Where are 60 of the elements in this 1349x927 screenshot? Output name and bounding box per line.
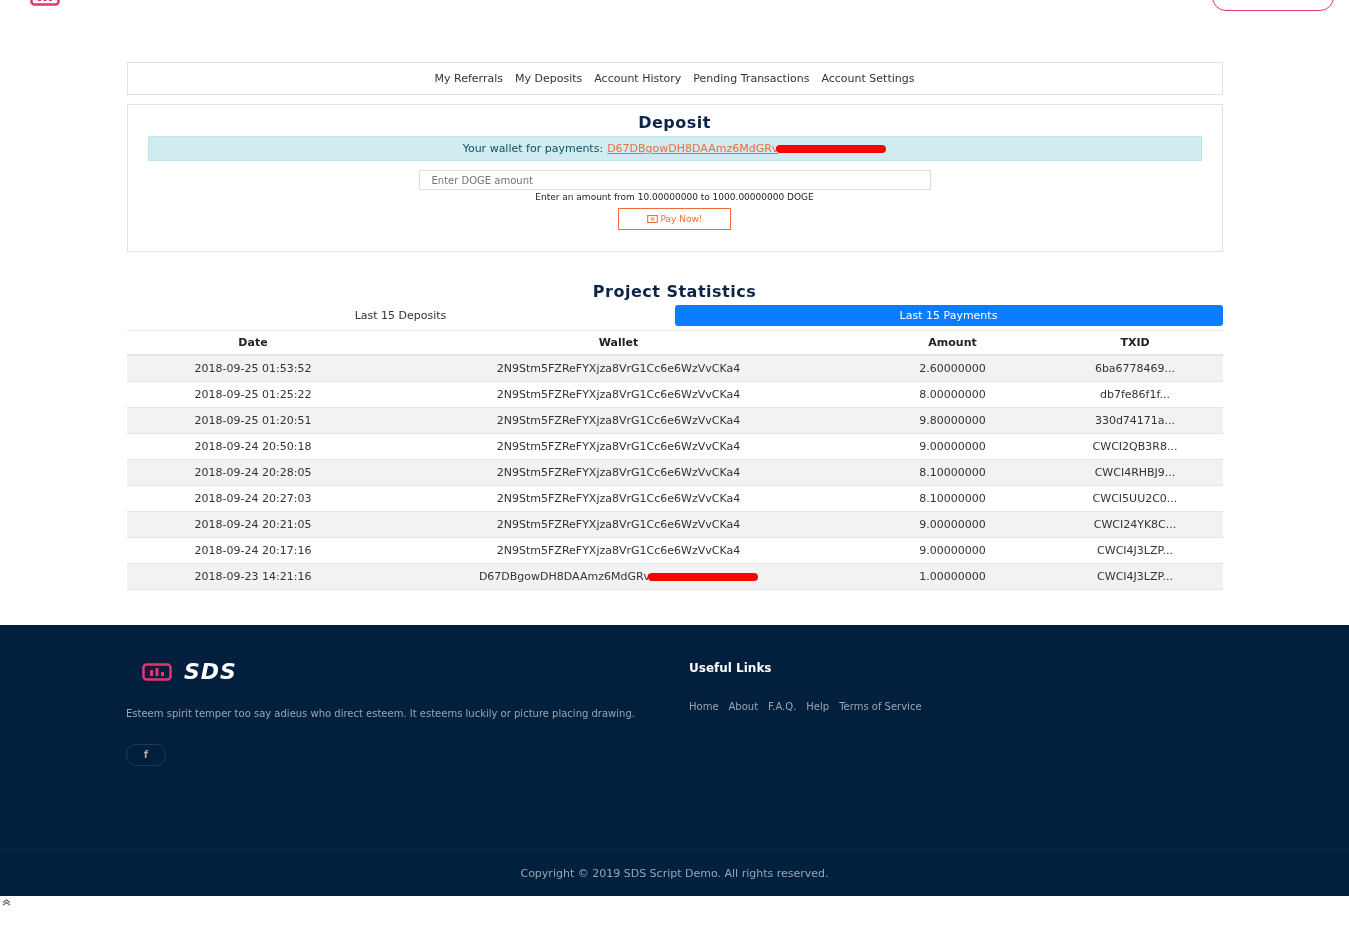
table-cell: db7fe86f1f...: [1047, 381, 1223, 408]
table-cell: CWCI4J3LZP...: [1047, 563, 1223, 590]
brand-name: SDS: [184, 659, 237, 684]
table-cell: 8.10000000: [857, 459, 1048, 486]
table-cell: 2018-09-24 20:21:05: [126, 511, 380, 538]
table-cell: D67DBgowDH8DAAmz6MdGRv: [478, 570, 651, 583]
table-cell: 2N9Stm5FZReFYXjza8VrG1Cc6e6WzVvCKa4: [496, 492, 741, 505]
table-cell: 2N9Stm5FZReFYXjza8VrG1Cc6e6WzVvCKa4: [496, 440, 741, 453]
table-cell: CWCI4RHBJ9...: [1047, 459, 1223, 486]
footer-link[interactable]: Terms of Service: [839, 701, 922, 712]
table-cell: 8.00000000: [857, 381, 1048, 408]
table-cell: 2N9Stm5FZReFYXjza8VrG1Cc6e6WzVvCKa4: [496, 362, 741, 375]
footer-link[interactable]: Help: [806, 701, 830, 712]
table-cell: 6ba6778469...: [1047, 355, 1223, 382]
footer-description: Esteem spirit temper too say adieus who direct esteem. It esteems luckily or picture placing drawing.: [126, 707, 636, 721]
table-cell: 2N9Stm5FZReFYXjza8VrG1Cc6e6WzVvCKa4: [496, 518, 741, 531]
table-cell: 9.00000000: [857, 511, 1048, 538]
statistics-tab[interactable]: Last 15 Payments: [674, 305, 1223, 326]
useful-links-title: Useful Links: [689, 661, 773, 675]
table-cell: 2018-09-24 20:17:16: [126, 537, 380, 564]
scroll-top-icon[interactable]: [2, 899, 11, 906]
table-cell: 2.60000000: [857, 355, 1048, 382]
table-cell: 9.80000000: [857, 407, 1048, 434]
account-nav-link[interactable]: My Deposits: [514, 72, 583, 85]
facebook-link[interactable]: f: [126, 743, 166, 766]
amount-hint: Enter an amount from 10.00000000 to 1000.00000000 DOGE: [535, 192, 814, 202]
table-cell: 2N9Stm5FZReFYXjza8VrG1Cc6e6WzVvCKa4: [496, 388, 741, 401]
table-cell: CWCI2QB3R8...: [1047, 433, 1223, 460]
table-cell: 8.10000000: [857, 485, 1048, 512]
footer-link[interactable]: F.A.Q.: [768, 701, 797, 712]
account-nav-link[interactable]: Pending Transactions: [693, 72, 810, 85]
table-cell: 2018-09-25 01:25:22: [126, 381, 380, 408]
table-cell: 2018-09-23 14:21:16: [126, 563, 380, 590]
table-cell: 2018-09-25 01:53:52: [126, 355, 380, 382]
table-cell: CWCI5UU2C0...: [1047, 485, 1223, 512]
wallet-label: Your wallet for payments:: [462, 142, 604, 155]
table-cell: CWCI4J3LZP...: [1047, 537, 1223, 564]
table-cell: 1.00000000: [857, 563, 1048, 590]
logo-icon: [142, 662, 172, 681]
account-nav-link[interactable]: My Referrals: [434, 72, 503, 85]
money-icon: [646, 215, 658, 223]
table-cell: 2018-09-24 20:27:03: [126, 485, 380, 512]
table-cell: 2N9Stm5FZReFYXjza8VrG1Cc6e6WzVvCKa4: [496, 466, 741, 479]
table-cell: 2N9Stm5FZReFYXjza8VrG1Cc6e6WzVvCKa4: [496, 544, 741, 557]
table-cell: 9.00000000: [857, 433, 1048, 460]
table-cell: 2018-09-24 20:50:18: [126, 433, 380, 460]
statistics-title: Project Statistics: [591, 282, 758, 301]
table-cell: 2018-09-25 01:20:51: [126, 407, 380, 434]
table-cell: 2N9Stm5FZReFYXjza8VrG1Cc6e6WzVvCKa4: [496, 414, 741, 427]
amount-field[interactable]: Enter DOGE amount: [418, 170, 931, 190]
table-cell: 2018-09-24 20:28:05: [126, 459, 380, 486]
table-cell: 9.00000000: [857, 537, 1048, 564]
copyright-text: Copyright © 2019 SDS Script Demo. All rights reserved.: [520, 866, 829, 880]
table-cell: CWCI24YK8C...: [1047, 511, 1223, 538]
footer-link[interactable]: Home: [689, 701, 719, 712]
table-cell: 330d74171a...: [1047, 407, 1223, 434]
deposit-title: Deposit: [638, 113, 711, 132]
account-nav-link[interactable]: Account Settings: [821, 72, 915, 85]
footer-link[interactable]: About: [728, 701, 759, 712]
account-nav-link[interactable]: Account History: [594, 72, 682, 85]
